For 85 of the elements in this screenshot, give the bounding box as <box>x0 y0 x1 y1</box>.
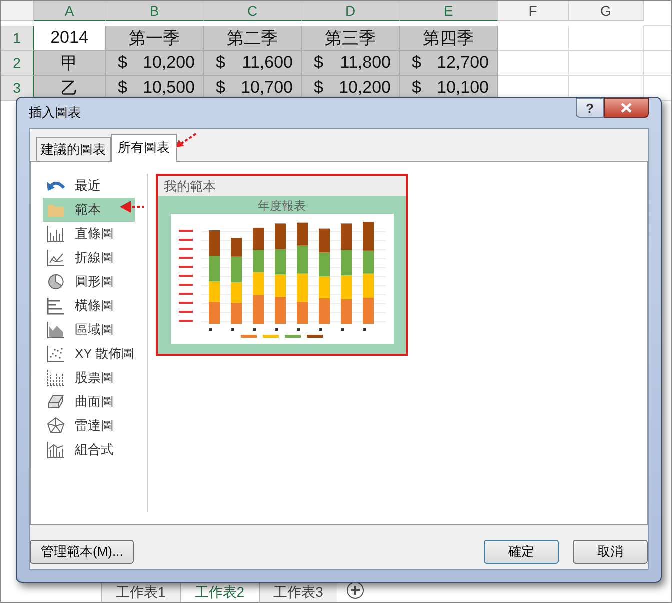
area-chart-icon <box>47 321 65 339</box>
cancel-button[interactable]: 取消 <box>573 540 648 564</box>
column-header[interactable]: B <box>106 1 204 21</box>
chart-type-label: 最近 <box>75 177 101 195</box>
chart-type-label: 組合式 <box>75 441 114 459</box>
row-header[interactable]: 3 <box>1 76 34 101</box>
stock-chart-icon <box>47 369 65 387</box>
table-cell: 第四季 <box>400 26 498 51</box>
radar-chart-icon <box>47 417 65 435</box>
cell-amount: 11,800 <box>340 53 391 73</box>
chart-type-label: 股票圖 <box>75 369 114 387</box>
column-header[interactable]: C <box>204 1 302 21</box>
ok-button[interactable]: 確定 <box>484 540 559 564</box>
template-preview[interactable]: 我的範本 年度報表 <box>156 174 408 356</box>
pie-chart-icon <box>47 273 65 291</box>
currency-symbol: $ <box>216 53 226 73</box>
table-cell: 第二季 <box>204 26 302 51</box>
undo-icon <box>47 180 65 192</box>
line-chart-icon <box>47 249 65 267</box>
cell-amount: 12,700 <box>437 53 489 73</box>
currency-symbol: $ <box>314 53 324 73</box>
chart-type-item[interactable]: 圓形圖 <box>43 270 135 294</box>
cell-amount: 11,600 <box>242 53 293 73</box>
chart-title: 年度報表 <box>258 198 306 214</box>
scatter-chart-icon <box>47 345 65 363</box>
column-header[interactable]: G <box>569 1 644 21</box>
currency-symbol: $ <box>118 53 128 73</box>
table-cell: 第一季 <box>106 26 204 51</box>
chart-type-item[interactable]: 最近 <box>43 174 135 198</box>
template-heading: 我的範本 <box>158 176 406 196</box>
empty-cell[interactable] <box>569 26 644 51</box>
chart-type-label: 曲面圖 <box>75 393 114 411</box>
help-button[interactable]: ? <box>576 98 604 118</box>
column-header[interactable]: A <box>34 1 106 21</box>
chart-type-label: 折線圖 <box>75 249 114 267</box>
currency-symbol: $ <box>412 53 422 73</box>
chart-type-label: 橫條圖 <box>75 297 114 315</box>
chart-type-item[interactable]: 股票圖 <box>43 366 135 390</box>
select-all-corner[interactable] <box>1 1 34 21</box>
combo-chart-icon <box>47 441 65 459</box>
chart-type-item[interactable]: 曲面圖 <box>43 390 135 414</box>
chart-type-label: XY 散佈圖 <box>75 345 135 363</box>
cell-amount: 10,200 <box>339 78 391 98</box>
chart-type-label: 直條圖 <box>75 225 114 243</box>
cell-amount: 10,700 <box>241 78 293 98</box>
dialog-tab[interactable]: 建議的圖表 <box>36 137 111 162</box>
chart-type-item[interactable]: 橫條圖 <box>43 294 135 318</box>
column-header[interactable]: D <box>302 1 400 21</box>
chart-type-item[interactable]: 組合式 <box>43 438 135 462</box>
chart-type-item[interactable]: 直條圖 <box>43 222 135 246</box>
chart-type-label: 範本 <box>75 201 101 219</box>
chart-type-label: 雷達圖 <box>75 417 114 435</box>
table-cell: 甲 <box>34 51 106 76</box>
manage-templates-button[interactable]: 管理範本(M)... <box>30 540 134 564</box>
sheet-tab[interactable]: 工作表3 <box>258 582 338 602</box>
currency-symbol: $ <box>412 78 422 98</box>
table-cell: 2014 <box>34 26 106 51</box>
chart-type-item[interactable]: XY 散佈圖 <box>43 342 135 366</box>
pointer-arrow-icon <box>119 200 145 214</box>
chart-type-label: 圓形圖 <box>75 273 114 291</box>
chart-type-item[interactable]: 範本 <box>43 198 135 222</box>
chart-type-item[interactable]: 折線圖 <box>43 246 135 270</box>
bar-chart-icon <box>47 297 65 315</box>
dialog-tab[interactable]: 所有圖表 <box>111 134 177 162</box>
cell-amount: 10,100 <box>437 78 489 98</box>
empty-cell[interactable] <box>569 51 644 76</box>
sheet-tab[interactable]: 工作表1 <box>101 582 180 602</box>
currency-symbol: $ <box>118 78 128 98</box>
close-button[interactable] <box>604 98 649 118</box>
column-header[interactable]: E <box>400 1 498 21</box>
chart-type-item[interactable]: 雷達圖 <box>43 414 135 438</box>
chart-type-item[interactable]: 區域圖 <box>43 318 135 342</box>
currency-symbol: $ <box>216 78 226 98</box>
cell-amount: 10,200 <box>143 53 195 73</box>
surface-chart-icon <box>47 393 65 411</box>
table-cell: 第三季 <box>302 26 400 51</box>
chart-type-label: 區域圖 <box>75 321 114 339</box>
window-title: 插入圖表 <box>29 104 81 122</box>
currency-symbol: $ <box>314 78 324 98</box>
cell-amount: 10,500 <box>143 78 195 98</box>
column-chart-icon <box>47 225 65 243</box>
column-header[interactable]: F <box>498 1 569 21</box>
row-header[interactable]: 2 <box>1 51 34 76</box>
row-header[interactable]: 1 <box>1 26 34 51</box>
close-icon <box>621 103 632 113</box>
